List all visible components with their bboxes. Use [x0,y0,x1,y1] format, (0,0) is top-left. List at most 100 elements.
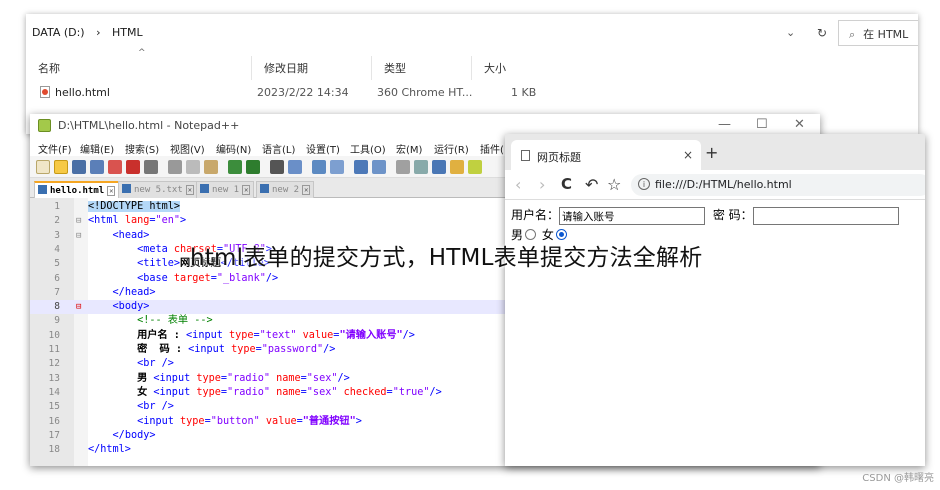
search-placeholder: 在 HTML [863,28,909,41]
menu-view[interactable]: 视图(V) [170,141,205,156]
cut-icon[interactable] [168,160,182,174]
close-all-icon[interactable] [126,160,140,174]
minimize-button[interactable]: — [718,117,731,132]
line-number: 8 [54,301,60,313]
reload-icon[interactable]: C [561,175,572,193]
sync-scroll-h-icon[interactable] [372,160,386,174]
code-text: <head> [112,229,150,241]
menu-macro[interactable]: 宏(M) [396,141,422,156]
breadcrumb-folder[interactable]: HTML [112,26,143,39]
url-text: file:///D:/HTML/hello.html [655,178,792,191]
browser-window: 网页标题 × + ‹ › C ↶ ☆ i file:///D:/HTML/hel… [505,134,925,466]
code-text: </body> [112,429,156,441]
line-number: 9 [54,315,60,327]
new-file-icon[interactable] [36,160,50,174]
line-number: 7 [54,286,60,298]
username-input[interactable]: 请输入账号 [559,206,706,225]
tab-label: new 1 [212,185,240,195]
new-tab-icon[interactable]: + [705,143,718,162]
tab-title: 网页标题 [537,151,581,164]
address-dropdown-icon[interactable]: ⌄ [786,26,795,39]
tab-hello-html[interactable]: hello.html ✕ [34,181,120,198]
menu-tools[interactable]: 工具(O) [350,141,386,156]
fold-minus-icon[interactable]: ⊟ [76,229,81,243]
fold-minus-icon[interactable]: ⊟ [76,300,81,314]
code-text: <html lang="en"> [88,215,187,227]
tab-close-icon[interactable]: ✕ [242,185,251,195]
save-icon[interactable] [72,160,86,174]
site-info-icon[interactable]: i [638,178,650,190]
indent-guide-icon[interactable] [432,160,446,174]
article-title-overlay: html表单的提交方式，HTML表单提交方法全解析 [190,245,703,271]
line-number: 5 [54,258,60,270]
menu-search[interactable]: 搜索(S) [125,141,159,156]
column-name[interactable]: 名称 [26,56,251,80]
undo-icon[interactable] [228,160,242,174]
column-type[interactable]: 类型 [371,56,471,80]
save-state-icon [260,184,269,193]
bookmark-star-icon[interactable]: ☆ [607,175,621,194]
breadcrumb-drive[interactable]: DATA (D:) [32,26,85,39]
tab-label: new 5.txt [134,185,183,195]
notepadpp-logo-icon [38,119,51,132]
column-headers: 名称 修改日期 类型 大小 [26,56,546,80]
chrome-html-file-icon [40,86,50,98]
menu-encoding[interactable]: 编码(N) [216,141,251,156]
tab-new-5[interactable]: new 5.txt ✕ [118,181,198,198]
show-all-chars-icon[interactable] [414,160,428,174]
tab-close-icon[interactable]: ✕ [107,186,116,196]
code-text: 女 <input type="radio" name="sex" checked… [137,386,442,398]
line-number: 16 [48,415,60,427]
close-file-icon[interactable] [108,160,122,174]
file-row[interactable]: hello.html 2023/2/22 14:34 360 Chrome HT… [26,84,546,104]
menu-file[interactable]: 文件(F) [38,141,72,156]
tab-close-icon[interactable]: × [683,148,693,162]
column-size[interactable]: 大小 [471,56,539,80]
menu-run[interactable]: 运行(R) [434,141,469,156]
maximize-button[interactable]: ☐ [756,117,768,132]
paste-icon[interactable] [204,160,218,174]
undo-icon[interactable]: ↶ [585,175,598,194]
tab-close-icon[interactable]: ✕ [185,185,194,195]
tab-label: new 2 [272,185,300,195]
menu-language[interactable]: 语言(L) [262,141,295,156]
udl-icon[interactable] [450,160,464,174]
tab-new-1[interactable]: new 1 ✕ [196,181,255,198]
tab-new-2[interactable]: new 2 ✕ [256,181,315,198]
password-input[interactable] [752,206,899,225]
refresh-icon[interactable]: ↻ [812,26,832,44]
breadcrumb: DATA (D:) › HTML [32,26,151,39]
code-text: </head> [112,286,156,298]
print-icon[interactable] [144,160,158,174]
code-text: <br /> [137,358,174,370]
menu-plugins[interactable]: 插件( [480,141,504,156]
column-modified[interactable]: 修改日期 [251,56,371,80]
back-icon[interactable]: ‹ [515,175,521,194]
word-wrap-icon[interactable] [396,160,410,174]
redo-icon[interactable] [246,160,260,174]
search-box[interactable]: ⌕ 在 HTML [838,20,918,46]
close-button[interactable]: ✕ [794,117,805,132]
save-all-icon[interactable] [90,160,104,174]
code-text: <body> [112,301,150,313]
fold-minus-icon[interactable]: ⊟ [76,214,81,228]
replace-icon[interactable] [288,160,302,174]
menu-settings[interactable]: 设置(T) [306,141,340,156]
code-text: 密 码 : <input type="password"/> [137,344,336,355]
find-icon[interactable] [270,160,284,174]
forward-icon[interactable]: › [539,175,545,194]
doc-map-icon[interactable] [468,160,482,174]
line-number: 12 [48,358,60,370]
tab-close-icon[interactable]: ✕ [302,185,311,195]
address-bar[interactable]: DATA (D:) › HTML ⌄ ↻ [26,20,836,46]
address-bar[interactable]: i file:///D:/HTML/hello.html [631,174,925,196]
line-number: 18 [48,444,60,456]
zoom-in-icon[interactable] [312,160,326,174]
browser-tab[interactable]: 网页标题 × [511,140,701,170]
window-title: D:\HTML\hello.html - Notepad++ [58,119,240,132]
zoom-out-icon[interactable] [330,160,344,174]
sync-scroll-icon[interactable] [354,160,368,174]
copy-icon[interactable] [186,160,200,174]
menu-edit[interactable]: 编辑(E) [80,141,114,156]
open-folder-icon[interactable] [54,160,68,174]
